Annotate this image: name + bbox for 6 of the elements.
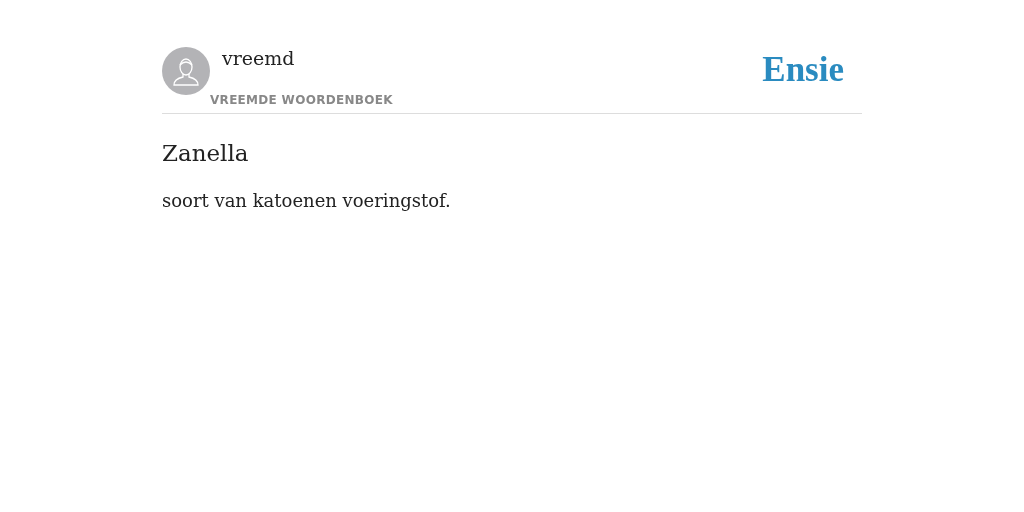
entry-title: Zanella	[162, 139, 250, 168]
avatar-icon	[162, 47, 210, 95]
logo[interactable]: Ensie	[762, 50, 844, 90]
author-name[interactable]: vreemd	[222, 47, 393, 69]
source-link[interactable]: VREEMDE WOORDENBOEK	[210, 93, 393, 107]
entry-definition: soort van katoenen voeringstof.	[162, 190, 452, 211]
